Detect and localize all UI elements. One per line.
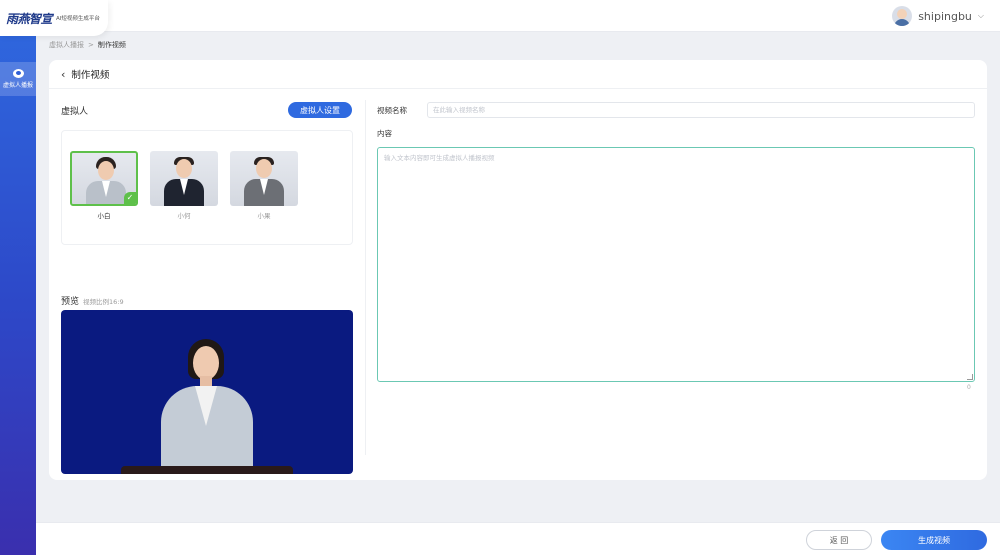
main-card: ‹ 制作视频 虚拟人 虚拟人设置 ✓ 小白 小何 小果 预览 视频比例16:9 …	[49, 60, 987, 480]
avatar-option-xiaoguo[interactable]: 小果	[230, 151, 298, 220]
checkmark-icon: ✓	[124, 192, 136, 204]
avatar-thumbnail: ✓	[70, 151, 138, 206]
page-title: 制作视频	[71, 70, 110, 81]
chevron-left-icon[interactable]: ‹	[61, 68, 65, 81]
pane-divider	[365, 100, 366, 455]
breadcrumb-item-current: 制作视频	[97, 41, 126, 49]
breadcrumb: 虚拟人播报 > 制作视频	[49, 40, 126, 50]
video-preview	[61, 310, 353, 474]
card-header: ‹ 制作视频	[49, 60, 987, 89]
avatar-head	[256, 159, 272, 178]
preview-aspect-ratio: 视频比例16:9	[83, 298, 124, 306]
content-textarea[interactable]	[377, 147, 975, 382]
avatar-head	[98, 161, 114, 180]
chevron-down-icon[interactable]: ⌵	[978, 11, 984, 21]
sidebar: 虚拟人播报	[0, 0, 36, 555]
left-pane: 虚拟人 虚拟人设置 ✓ 小白 小何 小果 预览 视频比例16:9	[49, 90, 365, 474]
avatar-head	[176, 159, 192, 178]
presenter-face	[193, 346, 219, 380]
avatar-name: 小果	[257, 212, 271, 220]
avatar-name: 小何	[177, 212, 191, 220]
chat-bubble-icon	[12, 69, 24, 78]
presenter-desk	[121, 466, 293, 474]
content-label: 内容	[377, 129, 392, 138]
footer-bar: 返 回 生成视频	[36, 522, 1000, 555]
preview-title: 预览	[61, 297, 80, 307]
user-menu[interactable]: shipingbu ⌵	[892, 6, 984, 26]
logo-text: 雨燕智宣	[6, 11, 53, 26]
avatar-thumbnail	[150, 151, 218, 206]
breadcrumb-item-parent[interactable]: 虚拟人播报	[49, 40, 84, 50]
resize-handle[interactable]	[967, 374, 973, 380]
virtual-human-section-title: 虚拟人	[61, 107, 89, 117]
sidebar-item-label: 虚拟人播报	[2, 82, 33, 89]
breadcrumb-separator: >	[88, 41, 94, 49]
generate-video-button[interactable]: 生成视频	[881, 530, 987, 550]
avatar-thumbnail	[230, 151, 298, 206]
right-pane: 视频名称 内容 0	[377, 90, 977, 460]
app-logo[interactable]: 雨燕智宣 AI短视频生成平台	[0, 0, 108, 36]
top-bar: shipingbu ⌵	[0, 0, 1000, 32]
sidebar-item-virtual-human-broadcast[interactable]: 虚拟人播报	[0, 62, 36, 96]
video-name-label: 视频名称	[377, 106, 407, 115]
avatar-option-xiaobai[interactable]: ✓ 小白	[70, 151, 138, 220]
username[interactable]: shipingbu	[918, 10, 972, 23]
back-button[interactable]: 返 回	[806, 530, 872, 550]
virtual-human-settings-button[interactable]: 虚拟人设置	[288, 102, 352, 118]
logo-subtitle: AI短视频生成平台	[56, 16, 100, 22]
avatar-name: 小白	[97, 212, 111, 220]
preview-header: 预览 视频比例16:9	[61, 294, 124, 307]
avatar-list: ✓ 小白 小何 小果	[61, 130, 353, 245]
video-name-input[interactable]	[427, 102, 975, 118]
avatar-option-xiaohe[interactable]: 小何	[150, 151, 218, 220]
char-counter: 0	[967, 384, 971, 391]
user-avatar[interactable]	[892, 6, 913, 26]
